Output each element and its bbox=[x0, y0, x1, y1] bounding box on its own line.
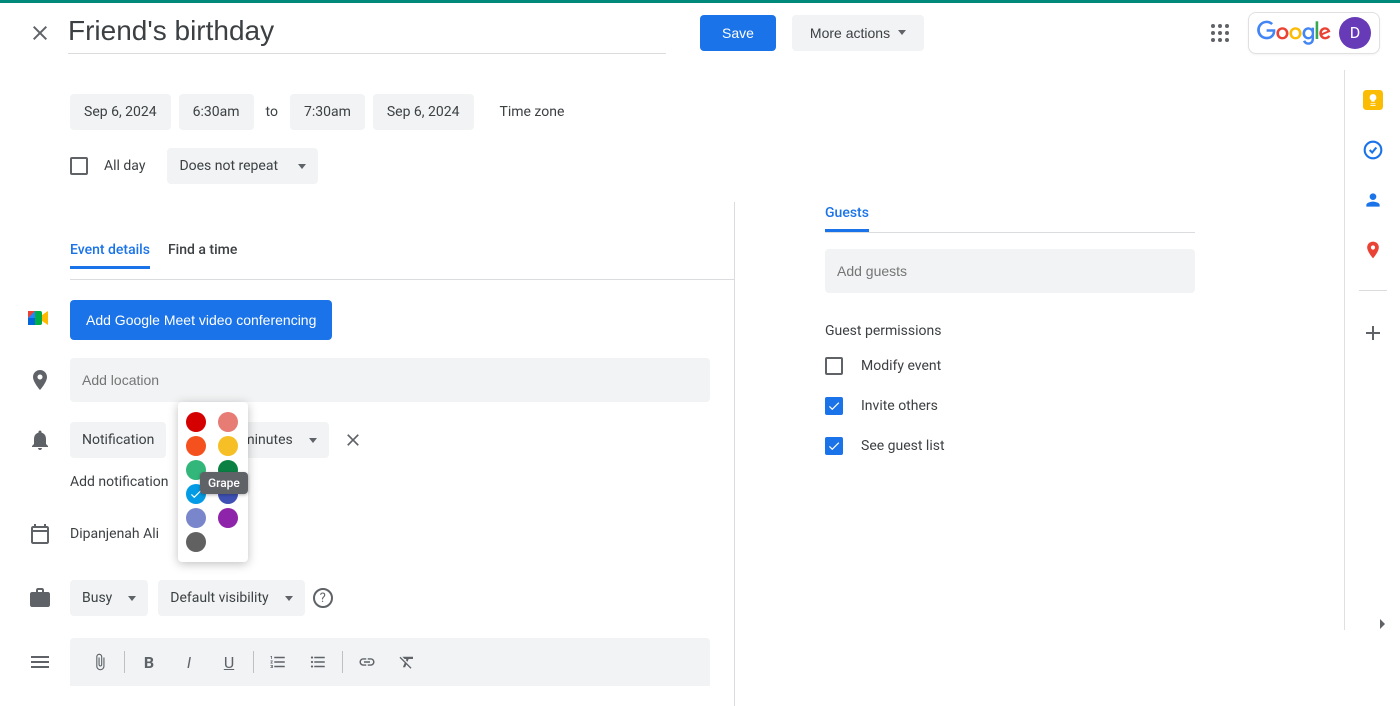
remove-notification-button[interactable] bbox=[343, 430, 363, 450]
add-guests-input[interactable] bbox=[825, 249, 1195, 293]
datetime-row: Sep 6, 2024 6:30am to 7:30am Sep 6, 2024… bbox=[70, 94, 1400, 130]
all-day-label: All day bbox=[104, 158, 145, 174]
guest-permissions-title: Guest permissions bbox=[825, 323, 1195, 339]
meet-icon bbox=[26, 306, 50, 330]
chevron-down-icon bbox=[285, 596, 293, 601]
color-banana[interactable] bbox=[218, 436, 238, 456]
invite-others-checkbox[interactable] bbox=[825, 397, 843, 415]
maps-icon[interactable] bbox=[1363, 240, 1383, 260]
end-time-chip[interactable]: 7:30am bbox=[290, 94, 365, 130]
bold-button[interactable]: B bbox=[129, 646, 169, 678]
start-time-chip[interactable]: 6:30am bbox=[179, 94, 254, 130]
add-notification-button[interactable]: Add notification bbox=[70, 474, 710, 490]
color-lavender[interactable] bbox=[186, 508, 206, 528]
color-tooltip: Grape bbox=[200, 472, 248, 494]
chevron-down-icon bbox=[128, 596, 136, 601]
notification-icon bbox=[28, 428, 52, 452]
color-tangerine[interactable] bbox=[186, 436, 206, 456]
clear-formatting-button[interactable] bbox=[387, 646, 427, 678]
expand-panel-icon[interactable] bbox=[1370, 612, 1394, 636]
description-icon bbox=[28, 650, 52, 674]
location-icon bbox=[28, 368, 52, 392]
see-guest-list-checkbox[interactable] bbox=[825, 437, 843, 455]
bulleted-list-button[interactable] bbox=[298, 646, 338, 678]
modify-event-checkbox[interactable] bbox=[825, 357, 843, 375]
color-flamingo[interactable] bbox=[218, 412, 238, 432]
google-logo bbox=[1257, 20, 1331, 46]
invite-others-label: Invite others bbox=[861, 398, 938, 414]
numbered-list-button[interactable] bbox=[258, 646, 298, 678]
allday-repeat-row: All day Does not repeat bbox=[70, 148, 1400, 184]
tab-event-details[interactable]: Event details bbox=[70, 242, 150, 269]
italic-button[interactable]: I bbox=[169, 646, 209, 678]
tasks-icon[interactable] bbox=[1363, 140, 1383, 160]
more-actions-button[interactable]: More actions bbox=[792, 15, 924, 51]
see-guest-list-label: See guest list bbox=[861, 438, 945, 454]
start-date-chip[interactable]: Sep 6, 2024 bbox=[70, 94, 171, 130]
close-icon[interactable] bbox=[28, 21, 52, 45]
chevron-down-icon bbox=[309, 438, 317, 443]
to-label: to bbox=[262, 104, 282, 120]
avatar: D bbox=[1339, 17, 1371, 49]
availability-select[interactable]: Busy bbox=[70, 580, 148, 616]
briefcase-icon bbox=[28, 586, 52, 610]
notification-type-select[interactable]: Notification bbox=[70, 422, 166, 458]
calendar-owner-label[interactable]: Dipanjenah Ali bbox=[70, 520, 159, 548]
keep-icon[interactable] bbox=[1363, 90, 1383, 110]
color-grape[interactable] bbox=[218, 508, 238, 528]
header: Save More actions D bbox=[0, 3, 1400, 62]
tab-guests[interactable]: Guests bbox=[825, 205, 869, 232]
account-badge[interactable]: D bbox=[1248, 12, 1380, 54]
contacts-icon[interactable] bbox=[1363, 190, 1383, 210]
repeat-select[interactable]: Does not repeat bbox=[167, 148, 318, 184]
underline-button[interactable]: U bbox=[209, 646, 249, 678]
attach-button[interactable] bbox=[80, 646, 120, 678]
side-panel bbox=[1344, 70, 1400, 630]
all-day-checkbox[interactable] bbox=[70, 157, 88, 175]
details-tabs: Event details Find a time bbox=[70, 242, 710, 269]
help-icon[interactable]: ? bbox=[313, 588, 333, 608]
modify-event-label: Modify event bbox=[861, 358, 941, 374]
calendar-icon bbox=[28, 522, 52, 546]
addons-plus-icon[interactable] bbox=[1361, 321, 1385, 345]
visibility-select[interactable]: Default visibility bbox=[158, 580, 304, 616]
color-tomato[interactable] bbox=[186, 412, 206, 432]
timezone-button[interactable]: Time zone bbox=[500, 104, 565, 120]
chevron-down-icon bbox=[898, 30, 906, 35]
guests-panel: Guests Guest permissions Modify event In… bbox=[825, 202, 1195, 477]
description-toolbar: B I U bbox=[70, 638, 710, 686]
end-date-chip[interactable]: Sep 6, 2024 bbox=[373, 94, 474, 130]
save-button[interactable]: Save bbox=[700, 15, 776, 51]
event-title-input[interactable] bbox=[68, 11, 666, 54]
apps-grid-icon[interactable] bbox=[1208, 21, 1232, 45]
more-actions-label: More actions bbox=[810, 25, 890, 41]
chevron-down-icon bbox=[298, 164, 306, 169]
add-meet-button[interactable]: Add Google Meet video conferencing bbox=[70, 300, 332, 340]
color-graphite[interactable] bbox=[186, 532, 206, 552]
tab-find-time[interactable]: Find a time bbox=[168, 242, 237, 269]
location-input[interactable] bbox=[70, 358, 710, 402]
link-button[interactable] bbox=[347, 646, 387, 678]
